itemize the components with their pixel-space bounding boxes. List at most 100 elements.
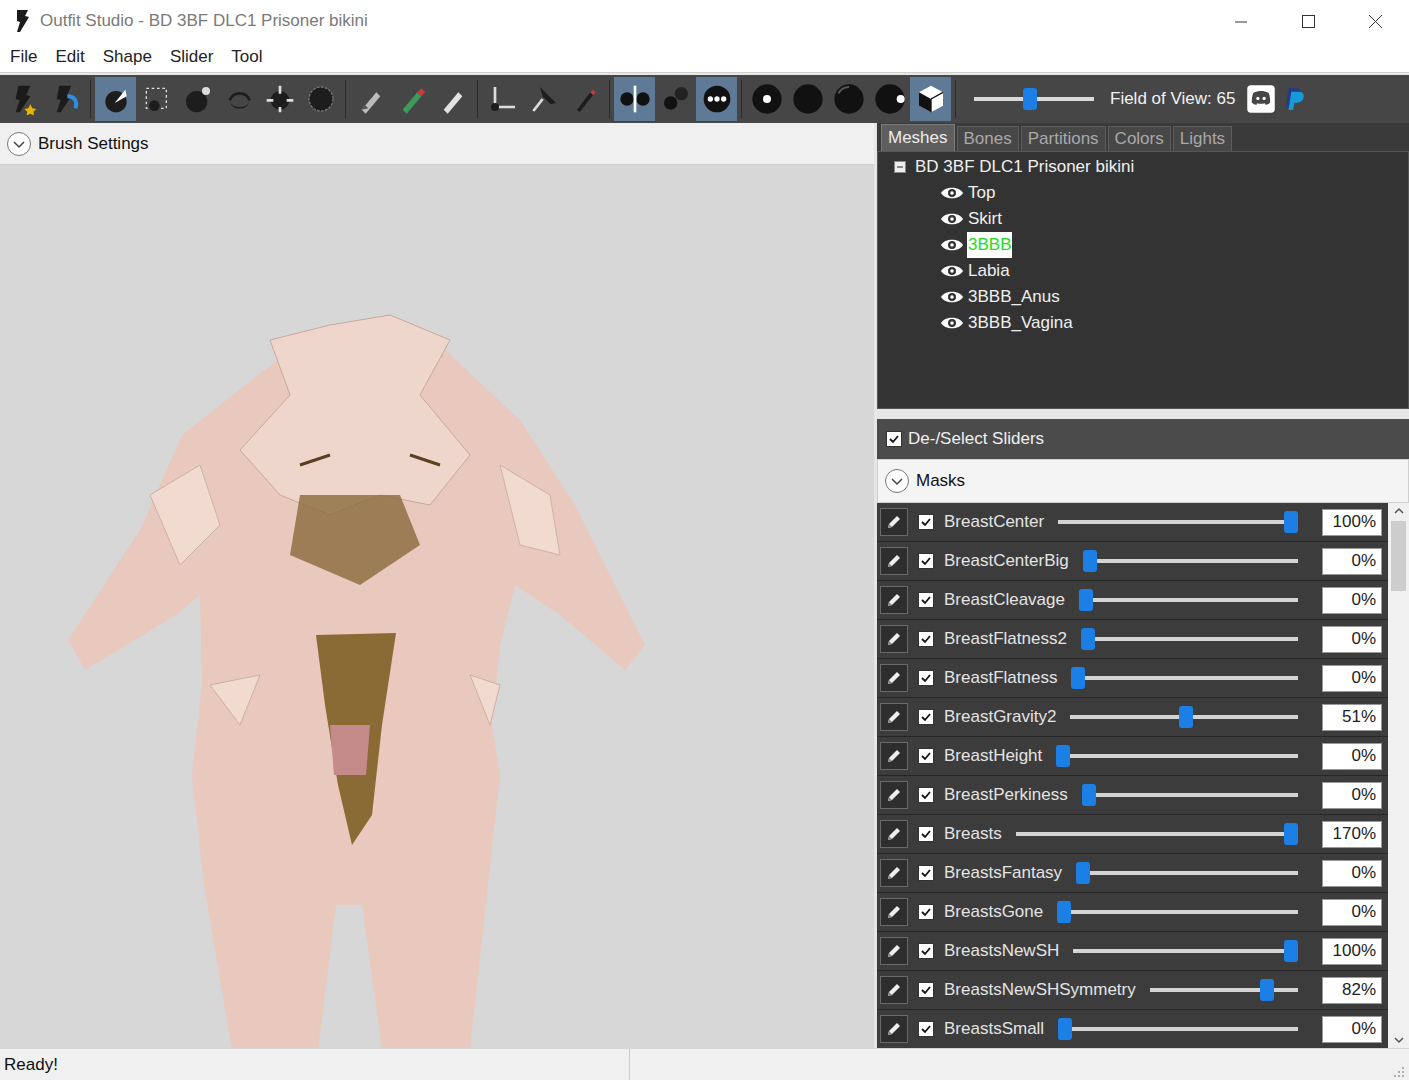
smooth-icon[interactable] <box>305 83 337 115</box>
slider-track[interactable] <box>1056 744 1298 768</box>
edit-slider-button[interactable] <box>880 859 908 887</box>
slider-value[interactable]: 0% <box>1351 548 1376 574</box>
edit-slider-button[interactable] <box>880 820 908 848</box>
pencil-icon[interactable] <box>885 1020 903 1038</box>
slider-thumb[interactable] <box>1284 511 1298 533</box>
slider-thumb[interactable] <box>1260 979 1274 1001</box>
discord-icon[interactable] <box>1246 84 1276 114</box>
menu-item[interactable]: Tool <box>222 44 271 70</box>
mesh-label[interactable]: 3BBB_Anus <box>967 284 1061 310</box>
tab[interactable]: Meshes <box>881 124 955 151</box>
connected-icon[interactable] <box>660 83 692 115</box>
tree-root[interactable]: BD 3BF DLC1 Prisoner bikini <box>878 154 1408 180</box>
pencil-icon[interactable] <box>885 825 903 843</box>
mesh-item[interactable]: Top <box>878 180 1408 206</box>
mesh-label[interactable]: Labia <box>967 258 1011 284</box>
check-icon[interactable] <box>920 789 932 801</box>
mask-select-icon[interactable] <box>141 83 173 115</box>
maximize-button[interactable] <box>1275 0 1342 42</box>
eye-icon[interactable] <box>940 263 964 279</box>
slider-thumb[interactable] <box>1079 589 1093 611</box>
menu-item[interactable]: Edit <box>46 44 93 70</box>
body-mesh-render[interactable] <box>0 165 873 1048</box>
tool-button[interactable] <box>787 77 828 121</box>
edit-slider-button[interactable] <box>880 586 908 614</box>
pencil-icon[interactable] <box>885 669 903 687</box>
tool-button[interactable] <box>828 77 869 121</box>
edit-slider-button[interactable] <box>880 625 908 653</box>
tool-button[interactable] <box>136 77 177 121</box>
slider-thumb[interactable] <box>1076 862 1090 884</box>
tool-button[interactable] <box>259 77 300 121</box>
pencil-icon[interactable] <box>885 708 903 726</box>
slider-thumb[interactable] <box>1056 745 1070 767</box>
slider-thumb[interactable] <box>1071 667 1085 689</box>
large-brush-icon[interactable] <box>833 83 865 115</box>
tab-label[interactable]: Meshes <box>888 125 948 151</box>
check-icon[interactable] <box>920 906 932 918</box>
global-icon[interactable] <box>701 83 733 115</box>
mirror-icon[interactable] <box>619 83 651 115</box>
slider-track[interactable] <box>1076 861 1298 885</box>
load-project-icon[interactable] <box>50 83 82 115</box>
slider-track[interactable] <box>1073 939 1298 963</box>
scrollbar[interactable] <box>1388 503 1409 1048</box>
pencil-icon[interactable] <box>885 981 903 999</box>
eye-icon[interactable] <box>940 211 964 227</box>
slider-value-field[interactable]: 0% <box>1322 587 1382 614</box>
slider-track[interactable] <box>1082 783 1298 807</box>
slider-value-field[interactable]: 0% <box>1322 548 1382 575</box>
scroll-thumb[interactable] <box>1391 521 1406 591</box>
slider-track[interactable] <box>1083 549 1298 573</box>
paypal-button[interactable] <box>1283 79 1305 119</box>
discord-button[interactable] <box>1243 79 1279 119</box>
tool-button[interactable] <box>869 77 910 121</box>
check-icon[interactable] <box>920 711 932 723</box>
slider-value[interactable]: 0% <box>1351 665 1376 691</box>
masks-bar[interactable]: Masks <box>877 459 1409 503</box>
close-icon[interactable] <box>1368 14 1383 29</box>
checkbox[interactable] <box>918 709 934 725</box>
cube-icon[interactable] <box>915 83 947 115</box>
slider-value-field[interactable]: 0% <box>1322 743 1382 770</box>
edit-slider-button[interactable] <box>880 703 908 731</box>
edit-slider-button[interactable] <box>880 781 908 809</box>
slider-value[interactable]: 0% <box>1351 626 1376 652</box>
slider-value[interactable]: 0% <box>1351 860 1376 886</box>
slider-value-field[interactable]: 82% <box>1322 977 1382 1004</box>
tool-button[interactable] <box>218 77 259 121</box>
check-icon[interactable] <box>888 433 900 445</box>
fov-slider-thumb[interactable] <box>1023 88 1037 110</box>
mesh-label[interactable]: Top <box>967 180 996 206</box>
collapse-icon[interactable] <box>894 161 906 173</box>
mesh-label[interactable]: 3BBB_Vagina <box>967 310 1074 336</box>
checkbox[interactable] <box>918 670 934 686</box>
tab[interactable]: Colors <box>1108 126 1171 151</box>
scroll-up-icon[interactable] <box>1393 503 1405 519</box>
mask-brush-icon[interactable] <box>182 83 214 115</box>
slider-value-field[interactable]: 0% <box>1322 782 1382 809</box>
pencil-icon[interactable] <box>885 747 903 765</box>
pencil-icon[interactable] <box>885 513 903 531</box>
mesh-item[interactable]: 3BBB <box>878 232 1408 258</box>
check-icon[interactable] <box>920 633 932 645</box>
medium-brush-icon[interactable] <box>792 83 824 115</box>
slider-thumb[interactable] <box>1284 940 1298 962</box>
color-paint-icon[interactable] <box>437 83 469 115</box>
eye-icon[interactable] <box>940 315 964 331</box>
paypal-icon[interactable] <box>1283 84 1305 114</box>
slider-value-field[interactable]: 0% <box>1322 626 1382 653</box>
slider-value-field[interactable]: 0% <box>1322 1016 1382 1043</box>
check-icon[interactable] <box>920 828 932 840</box>
tool-button[interactable] <box>746 77 787 121</box>
minimize-button[interactable] <box>1208 0 1275 42</box>
small-brush-icon[interactable] <box>751 83 783 115</box>
close-button[interactable] <box>1342 0 1409 42</box>
mesh-label[interactable]: 3BBB <box>967 232 1012 258</box>
minimize-icon[interactable] <box>1234 14 1249 29</box>
tool-button[interactable] <box>614 77 655 121</box>
pencil-icon[interactable] <box>885 786 903 804</box>
slider-value[interactable]: 82% <box>1342 977 1376 1003</box>
tool-button[interactable] <box>564 77 605 121</box>
tab-label[interactable]: Partitions <box>1028 126 1099 152</box>
